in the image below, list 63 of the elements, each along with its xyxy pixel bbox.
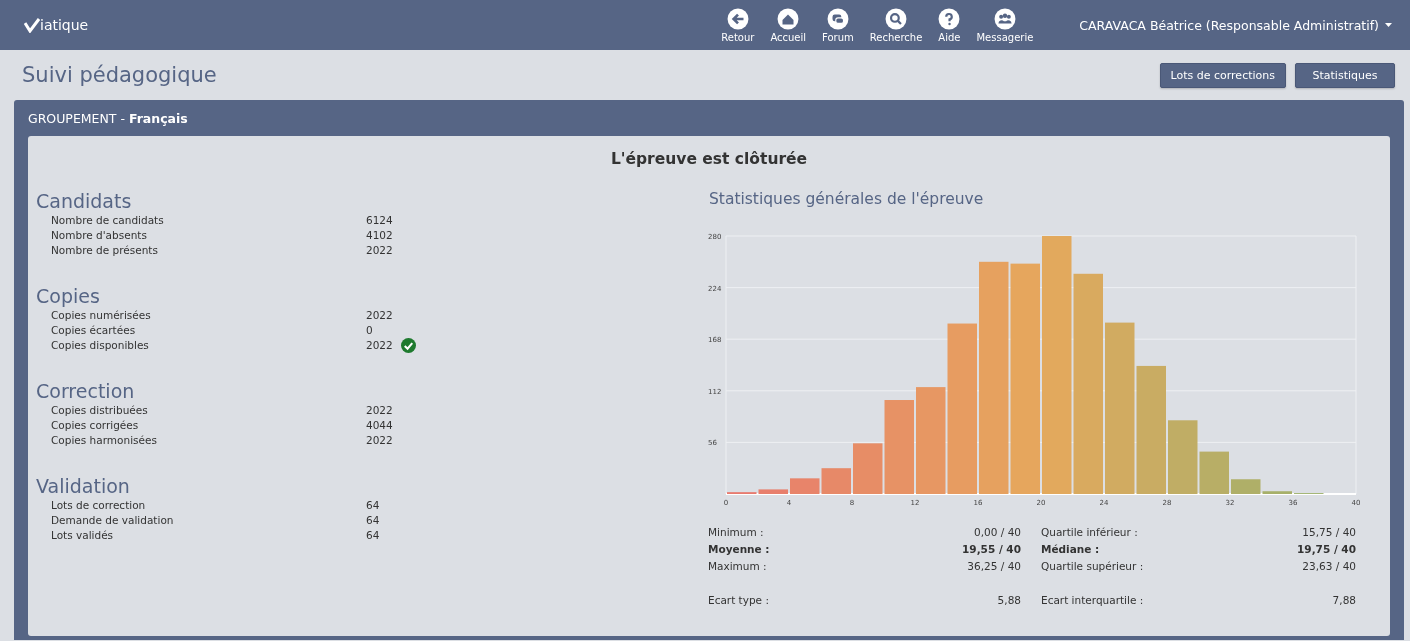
item-label: Copies distribuées — [51, 403, 149, 418]
item-label: Nombre de présents — [51, 243, 159, 258]
item-label: Demande de validation — [51, 513, 175, 528]
search-icon — [885, 7, 908, 30]
logo-icon — [24, 17, 40, 33]
logo-text: iatique — [40, 17, 89, 33]
stat-label: Ecart type : — [708, 593, 769, 608]
section-heading: Correction — [36, 380, 136, 402]
item-label: Copies disponibles — [51, 338, 150, 353]
stat-label: Ecart interquartile : — [1041, 593, 1144, 608]
item-value: 64 — [366, 528, 380, 543]
item-label: Copies écartées — [51, 323, 137, 338]
item-value: 4102 — [366, 228, 393, 243]
stat-value: 0,00 / 40 — [974, 525, 1021, 540]
help-icon — [938, 7, 961, 30]
stat-value: 36,25 / 40 — [967, 559, 1021, 574]
nav-link[interactable]: Accueil — [766, 7, 811, 43]
item-label: Nombre de candidats — [51, 213, 165, 228]
page-title: Suivi pédagogique — [22, 63, 218, 87]
stat-value: 7,88 — [1332, 593, 1356, 608]
chat-bubbles-icon — [826, 7, 849, 30]
status-heading: L'épreuve est clôturée — [609, 150, 809, 168]
caret-icon[interactable] — [1385, 23, 1392, 27]
section-heading: Validation — [36, 475, 131, 497]
stat-label: Quartile supérieur : — [1041, 559, 1144, 574]
nav-link[interactable]: Messagerie — [972, 7, 1038, 43]
item-label: Nombre d'absents — [51, 228, 148, 243]
section-heading: Candidats — [36, 190, 133, 212]
user-menu[interactable]: CARAVACA Béatrice (Responsable Administratif) — [1079, 17, 1379, 33]
nav-link[interactable]: Retour — [717, 7, 759, 43]
stat-value: 23,63 / 40 — [1302, 559, 1356, 574]
stat-label: Quartile inférieur : — [1041, 525, 1138, 540]
item-value: 64 — [366, 498, 380, 513]
stat-label: Maximum : — [708, 559, 767, 574]
item-label: Copies corrigées — [51, 418, 140, 433]
nav-link[interactable]: Forum — [818, 7, 858, 43]
item-label: Copies harmonisées — [51, 433, 158, 448]
stat-label: Minimum : — [708, 525, 764, 540]
stat-label: Moyenne : — [708, 542, 770, 557]
chart-title: Statistiques générales de l'épreuve — [709, 190, 985, 208]
stat-value: 15,75 / 40 — [1302, 525, 1356, 540]
item-label: Lots de correction — [51, 498, 147, 513]
home-icon — [777, 7, 800, 30]
item-label: Copies numérisées — [51, 308, 152, 323]
stat-value: 19,55 / 40 — [962, 542, 1021, 557]
nav-link[interactable]: Recherche — [865, 7, 927, 43]
nav-link[interactable]: Aide — [934, 7, 965, 43]
item-value: 6124 — [366, 213, 393, 228]
stat-value: 19,75 / 40 — [1297, 542, 1356, 557]
people-icon — [993, 7, 1016, 30]
item-value: 2022 — [366, 308, 393, 323]
item-value: 2022 — [366, 433, 393, 448]
item-value: 64 — [366, 513, 380, 528]
section-heading: Copies — [36, 285, 101, 307]
item-value: 2022 — [366, 338, 393, 353]
item-value: 0 — [366, 323, 373, 338]
item-value: 2022 — [366, 243, 393, 258]
item-value: 2022 — [366, 403, 393, 418]
item-label: Lots validés — [51, 528, 115, 543]
stat-label: Médiane : — [1041, 542, 1100, 557]
panel-title: GROUPEMENT - Français — [28, 110, 188, 126]
item-value: 4044 — [366, 418, 393, 433]
stat-value: 5,88 — [997, 593, 1021, 608]
